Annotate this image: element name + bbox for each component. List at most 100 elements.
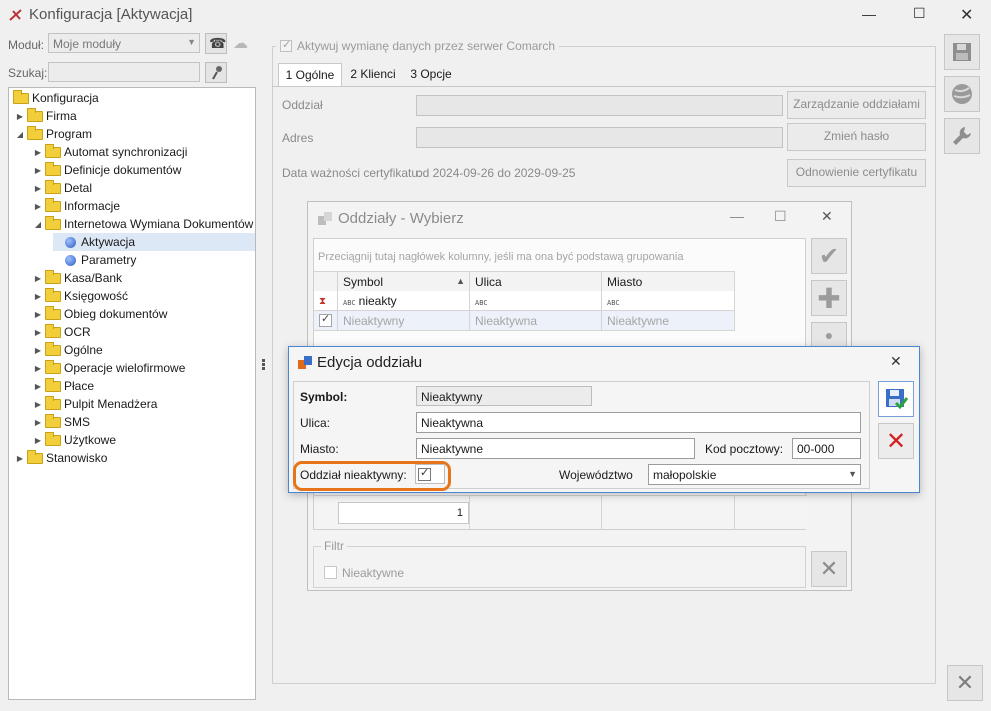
expand-arrow-icon[interactable]: ▶ xyxy=(33,364,43,373)
checkmark-icon: ✓ xyxy=(282,39,292,51)
filter-cell-symbol[interactable]: ABC nieakty xyxy=(338,291,470,311)
select-confirm-button[interactable]: ✔ xyxy=(811,238,847,274)
filter-cell-ulica[interactable]: ABC xyxy=(470,291,602,311)
minimize-button[interactable]: — xyxy=(862,6,876,22)
inactive-filter-checkbox[interactable] xyxy=(324,566,337,579)
address-field[interactable] xyxy=(416,127,783,148)
expand-arrow-icon[interactable]: ▶ xyxy=(15,112,25,121)
renew-cert-button[interactable]: Odnowienie certyfikatu xyxy=(787,159,926,187)
dialog2-close-button[interactable]: ✕ xyxy=(890,353,902,370)
tree-item-obieg-dokumentow[interactable]: ▶ Obieg dokumentów xyxy=(33,305,255,323)
expand-arrow-icon[interactable]: ▶ xyxy=(33,202,43,211)
close-button[interactable]: ✕ xyxy=(960,5,973,25)
add-branch-button[interactable]: ✚ xyxy=(811,280,847,316)
row-checkbox[interactable]: ✓ xyxy=(319,313,332,327)
tree-item-place[interactable]: ▶ Płace xyxy=(33,377,255,395)
tree-item-automat-synchronizacji[interactable]: ▶ Automat synchronizacji xyxy=(33,143,255,161)
activate-label: Aktywuj wymianę danych przez serwer Coma… xyxy=(297,39,556,53)
filter-cell-miasto[interactable]: ABC xyxy=(602,291,735,311)
change-password-button[interactable]: Zmień hasło xyxy=(787,123,926,151)
tree-item-pulpit-menadzera[interactable]: ▶ Pulpit Menadżera xyxy=(33,395,255,413)
tree-item-ogolne[interactable]: ▶ Ogólne xyxy=(33,341,255,359)
activate-row[interactable]: ✓ Aktywuj wymianę danych przez serwer Co… xyxy=(276,38,560,54)
cloud-button[interactable]: ☁ xyxy=(231,33,253,54)
voivodeship-select[interactable]: małopolskie ▼ xyxy=(648,464,861,485)
search-button[interactable] xyxy=(205,62,227,83)
inactive-filter-label: Nieaktywne xyxy=(342,566,405,580)
tools-button[interactable] xyxy=(944,118,980,154)
clear-filter-button[interactable]: ✕ xyxy=(811,551,847,587)
cell-miasto: Nieaktywne xyxy=(602,311,735,331)
tree-root[interactable]: Konfiguracja xyxy=(11,89,255,107)
edit-branch-button[interactable]: ● xyxy=(811,322,847,346)
collapse-arrow-icon[interactable]: ◢ xyxy=(15,130,25,139)
expand-arrow-icon[interactable]: ▶ xyxy=(33,400,43,409)
column-header-miasto[interactable]: Miasto xyxy=(602,272,735,292)
column-header-symbol[interactable]: Symbol ▲ xyxy=(338,272,470,292)
save-branch-button[interactable] xyxy=(878,381,914,417)
tree-item-operacje-wielofirmowe[interactable]: ▶ Operacje wielofirmowe xyxy=(33,359,255,377)
phone-button[interactable]: ☎ xyxy=(205,33,227,54)
maximize-button[interactable]: ☐ xyxy=(913,5,926,22)
activate-checkbox[interactable]: ✓ xyxy=(280,39,292,52)
tab-opcje[interactable]: 3 Opcje xyxy=(406,63,456,87)
expand-arrow-icon[interactable]: ▶ xyxy=(33,382,43,391)
filter-funnel-icon: ⧗ xyxy=(319,296,327,307)
expand-arrow-icon[interactable]: ▶ xyxy=(33,184,43,193)
globe-button[interactable] xyxy=(944,76,980,112)
row-select-cell[interactable]: ✓ xyxy=(314,311,338,331)
filter-row[interactable]: ⧗ ABC nieakty ABC ABC xyxy=(314,291,735,311)
city-label: Miasto: xyxy=(300,442,339,456)
config-tree[interactable]: Konfiguracja ▶ Firma ◢ Program ▶ Automat… xyxy=(8,87,256,700)
expand-arrow-icon[interactable]: ▶ xyxy=(33,346,43,355)
tree-item-program[interactable]: ◢ Program xyxy=(15,125,255,143)
tree-item-detal[interactable]: ▶ Detal xyxy=(33,179,255,197)
expand-arrow-icon[interactable]: ▶ xyxy=(33,328,43,337)
tree-item-ksiegowosc[interactable]: ▶ Księgowość xyxy=(33,287,255,305)
tree-item-label: Detal xyxy=(64,181,93,195)
expand-arrow-icon[interactable]: ▶ xyxy=(33,166,43,175)
tree-item-kasa-bank[interactable]: ▶ Kasa/Bank xyxy=(33,269,255,287)
dialog1-minimize-button[interactable]: — xyxy=(730,208,744,224)
expand-arrow-icon[interactable]: ▶ xyxy=(33,148,43,157)
tree-item-internetowa-wymiana[interactable]: ◢ Internetowa Wymiana Dokumentów xyxy=(33,215,255,233)
expand-arrow-icon[interactable]: ▶ xyxy=(15,454,25,463)
city-input[interactable]: Nieaktywne xyxy=(416,438,695,459)
postal-input[interactable]: 00-000 xyxy=(792,438,861,459)
tree-item-label: Definicje dokumentów xyxy=(64,163,182,177)
collapse-arrow-icon[interactable]: ◢ xyxy=(33,220,43,229)
tree-item-sms[interactable]: ▶ SMS xyxy=(33,413,255,431)
expand-arrow-icon[interactable]: ▶ xyxy=(33,274,43,283)
table-row[interactable]: ✓ Nieaktywny Nieaktywna Nieaktywne xyxy=(314,311,735,331)
expand-arrow-icon[interactable]: ▶ xyxy=(33,436,43,445)
branch-label: Oddział xyxy=(282,98,323,112)
filter-group-label: Filtr xyxy=(321,539,347,553)
tree-item-definicje-dokumentow[interactable]: ▶ Definicje dokumentów xyxy=(33,161,255,179)
module-select[interactable]: Moje moduły ▼ xyxy=(48,33,200,53)
save-button[interactable] xyxy=(944,34,980,70)
dialog1-close-button[interactable]: ✕ xyxy=(821,208,833,225)
tree-item-firma[interactable]: ▶ Firma xyxy=(15,107,255,125)
manage-branches-button[interactable]: Zarządzanie oddziałami xyxy=(787,91,926,119)
inactive-checkbox[interactable]: ✓ xyxy=(418,467,431,481)
search-input[interactable] xyxy=(48,62,200,82)
tree-item-uzytkowe[interactable]: ▶ Użytkowe xyxy=(33,431,255,449)
expand-arrow-icon[interactable]: ▶ xyxy=(33,292,43,301)
expand-arrow-icon[interactable]: ▶ xyxy=(33,418,43,427)
cancel-button[interactable]: ✕ xyxy=(878,423,914,459)
splitter-grip[interactable] xyxy=(262,358,266,374)
street-input[interactable]: Nieaktywna xyxy=(416,412,861,433)
dialog1-maximize-button[interactable]: ☐ xyxy=(774,208,787,225)
tree-item-stanowisko[interactable]: ▶ Stanowisko xyxy=(15,449,255,467)
branch-field[interactable] xyxy=(416,95,783,116)
tab-klienci[interactable]: 2 Klienci xyxy=(346,63,400,87)
tab-ogolne[interactable]: 1 Ogólne xyxy=(278,63,342,87)
tree-item-parametry[interactable]: Parametry xyxy=(53,251,255,269)
expand-arrow-icon[interactable]: ▶ xyxy=(33,310,43,319)
tree-item-aktywacja[interactable]: Aktywacja xyxy=(53,233,255,251)
tree-item-label: Użytkowe xyxy=(64,433,117,447)
tree-item-informacje[interactable]: ▶ Informacje xyxy=(33,197,255,215)
tree-item-ocr[interactable]: ▶ OCR xyxy=(33,323,255,341)
close-window-button[interactable]: ✕ xyxy=(947,665,983,701)
column-header-ulica[interactable]: Ulica xyxy=(470,272,602,292)
